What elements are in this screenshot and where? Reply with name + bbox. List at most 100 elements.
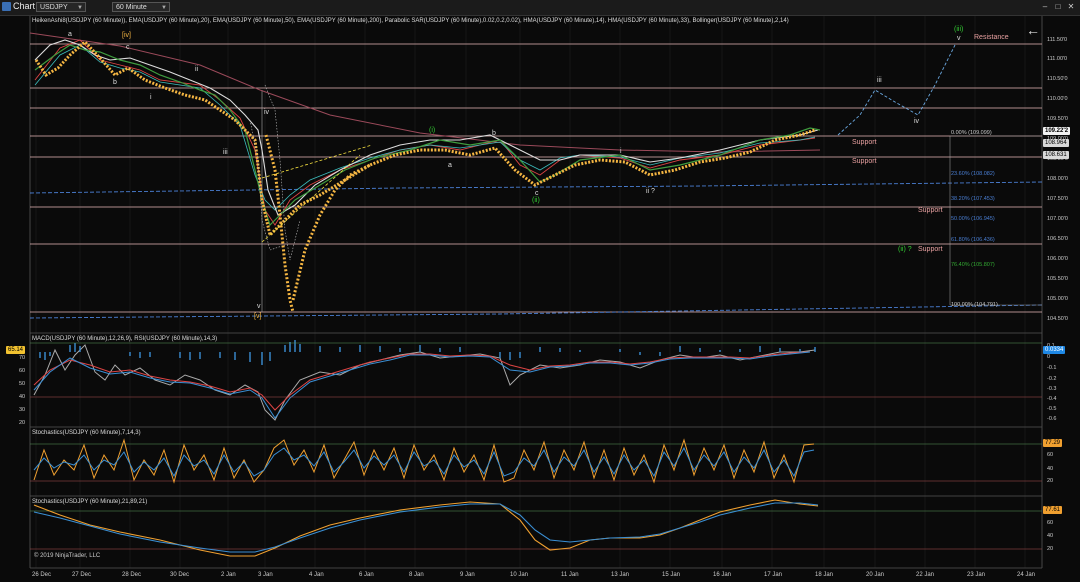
rsi-tick: 30 — [19, 407, 26, 413]
price-tick: 111.50'0 — [1047, 37, 1068, 43]
rsi-value-badge: 65.14 — [6, 346, 26, 354]
support-label: Support — [852, 158, 877, 165]
wave-label: (i) — [429, 127, 436, 134]
wave-label: v — [957, 35, 961, 42]
x-tick: 6 Jan — [359, 572, 374, 578]
stoch2-value-badge: 77.61 — [1043, 506, 1063, 514]
price-pane-label: HeikenAshi8(USDJPY (60 Minute)), EMA(USD… — [32, 18, 789, 24]
x-tick: 8 Jan — [409, 572, 424, 578]
x-tick: 17 Jan — [764, 572, 783, 578]
fib-label: 76.40% (105.807) — [951, 262, 995, 268]
price-tick: 108.00'0 — [1047, 176, 1068, 182]
fib-label: 50.00% (106.945) — [951, 216, 995, 222]
x-tick: 2 Jan — [221, 572, 236, 578]
price-tick: 107.00'0 — [1047, 216, 1068, 222]
stoch2-tick: 40 — [1047, 533, 1054, 539]
wave-label: ii ? — [646, 188, 655, 195]
wave-label: [iv] — [122, 32, 131, 39]
x-tick: 15 Jan — [662, 572, 681, 578]
price-tick: 110.50'0 — [1047, 76, 1068, 82]
wave-label: a — [68, 31, 72, 38]
support-label: Support — [852, 139, 877, 146]
wave-label: c — [126, 44, 130, 51]
wave-label: a — [448, 162, 452, 169]
macd-tick: -0.6 — [1047, 416, 1057, 422]
rsi-tick: 70 — [19, 355, 26, 361]
wave-label: (iii) — [954, 26, 964, 33]
wave-label: [v] — [254, 313, 262, 320]
stoch2-pane-label: Stochastics(USDJPY (60 Minute),21,89,21) — [32, 499, 148, 505]
rsi-tick: 50 — [19, 381, 26, 387]
wave-label: ii — [195, 66, 199, 73]
macd-tick: -0.4 — [1047, 396, 1057, 402]
price-tick: 107.50'0 — [1047, 196, 1068, 202]
x-tick: 18 Jan — [815, 572, 834, 578]
x-tick: 3 Jan — [258, 572, 273, 578]
price-tick: 109.50'0 — [1047, 116, 1068, 122]
wave-label: b — [492, 130, 496, 137]
wave-label: iii — [223, 149, 228, 156]
stoch2-tick: 60 — [1047, 520, 1054, 526]
wave-label: iv — [264, 109, 270, 116]
rsi-tick: 20 — [19, 420, 26, 426]
copyright-text: © 2019 NinjaTrader, LLC — [34, 553, 101, 559]
wave-label: (ii) — [532, 197, 540, 204]
macd-tick: -0.2 — [1047, 376, 1057, 382]
support-label: Support — [918, 207, 943, 214]
x-tick: 11 Jan — [561, 572, 579, 578]
resistance-label: Resistance — [974, 34, 1009, 41]
macd-value-badge: 0.0334 — [1043, 346, 1066, 354]
macd-tick: -0.3 — [1047, 386, 1057, 392]
fib-label: 38.20% (107.453) — [951, 196, 995, 202]
x-tick: 16 Jan — [713, 572, 732, 578]
macd-tick: -0.1 — [1047, 365, 1057, 371]
x-tick: 20 Jan — [866, 572, 885, 578]
rsi-tick: 40 — [19, 394, 26, 400]
bollinger-upper-badge: 108.964 — [1043, 139, 1069, 147]
price-tick: 111.00'0 — [1047, 56, 1068, 62]
price-tick: 104.50'0 — [1047, 316, 1068, 322]
x-tick: 27 Dec — [72, 572, 92, 578]
wave-label: iii — [877, 77, 882, 84]
wave-label: (ii) ? — [898, 246, 912, 253]
wave-label: i — [620, 148, 622, 155]
fib-label: 100.00% (104.791) — [951, 302, 998, 308]
price-tick: 110.00'0 — [1047, 96, 1068, 102]
stoch1-value-badge: 77.29 — [1043, 439, 1063, 447]
macd-tick: -0.5 — [1047, 406, 1057, 412]
price-tick: 105.50'0 — [1047, 276, 1068, 282]
price-tick: 106.00'0 — [1047, 256, 1068, 262]
macd-pane-label: MACD(USDJPY (60 Minute),12,26,9), RSI(US… — [32, 336, 218, 342]
stoch1-pane-label: Stochastics(USDJPY (60 Minute),7,14,3) — [32, 430, 141, 436]
x-tick: 23 Jan — [967, 572, 986, 578]
fib-label: 0.00% (109.099) — [951, 130, 992, 136]
x-tick: 28 Dec — [122, 572, 142, 578]
fib-label: 61.80% (106.436) — [951, 237, 995, 243]
x-tick: 13 Jan — [611, 572, 630, 578]
wave-label: b — [113, 79, 117, 86]
x-tick: 4 Jan — [309, 572, 324, 578]
stoch1-tick: 40 — [1047, 466, 1054, 472]
price-tick: 106.50'0 — [1047, 236, 1068, 242]
support-label: Support — [918, 246, 943, 253]
x-tick: 9 Jan — [460, 572, 475, 578]
macd-tick: 0 — [1047, 354, 1051, 360]
stoch2-tick: 20 — [1047, 546, 1054, 552]
x-tick: 22 Jan — [916, 572, 935, 578]
x-tick: 26 Dec — [32, 572, 52, 578]
stoch1-tick: 60 — [1047, 452, 1054, 458]
wave-label: i — [150, 94, 152, 101]
stoch1-tick: 20 — [1047, 478, 1054, 484]
fib-label: 23.60% (108.082) — [951, 171, 995, 177]
wave-label: c — [535, 190, 539, 197]
rsi-tick: 60 — [19, 368, 26, 374]
wave-label: v — [257, 303, 261, 310]
chart-canvas — [29, 16, 1043, 569]
current-price-badge: 109.22'2 — [1043, 127, 1071, 135]
x-tick: 24 Jan — [1017, 572, 1036, 578]
price-tick: 105.00'0 — [1047, 296, 1068, 302]
x-tick: 30 Dec — [170, 572, 190, 578]
x-tick: 10 Jan — [510, 572, 529, 578]
bollinger-lower-badge: 108.631 — [1043, 151, 1069, 159]
wave-label: iv — [914, 118, 920, 125]
